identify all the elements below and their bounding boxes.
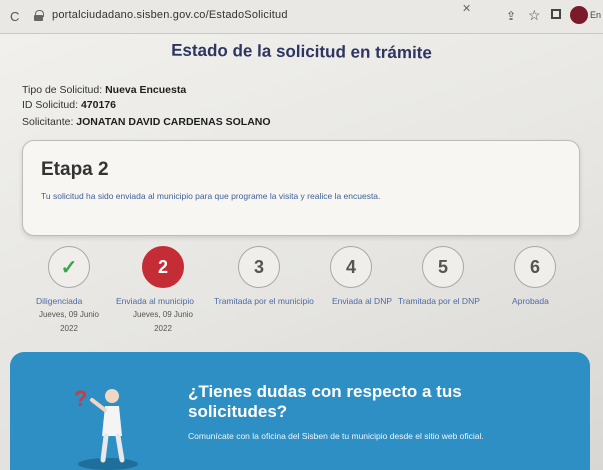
stage-description: Tu solicitud ha sido enviada al municipi… bbox=[41, 191, 381, 201]
stage-title: Etapa 2 bbox=[41, 159, 109, 180]
browser-chrome: C portalciudadano.sisben.gov.co/EstadoSo… bbox=[0, 0, 603, 34]
svg-text:?: ? bbox=[74, 386, 87, 411]
tipo-solicitud-row: Tipo de Solicitud: Nueva Encuesta bbox=[22, 84, 186, 96]
profile-avatar[interactable] bbox=[570, 6, 588, 24]
page-title: Estado de la solicitud en trámite bbox=[171, 40, 432, 63]
lock-icon bbox=[34, 10, 44, 21]
extensions-icon[interactable] bbox=[551, 9, 561, 19]
address-bar[interactable]: portalciudadano.sisben.gov.co/EstadoSoli… bbox=[52, 9, 288, 21]
step-4-label: Enviada al DNP bbox=[332, 296, 393, 306]
step-1-date: Jueves, 09 Junio bbox=[38, 310, 100, 319]
id-solicitud-value: 470176 bbox=[80, 99, 116, 111]
stage-card: Etapa 2 Tu solicitud ha sido enviada al … bbox=[22, 140, 580, 236]
step-6-label: Aprobada bbox=[512, 296, 549, 306]
progress-steps: ✓ 2 3 4 5 6 Diligenciada Enviada al muni… bbox=[0, 246, 603, 346]
step-5-label: Tramitada por el DNP bbox=[398, 296, 480, 306]
help-banner-text: Comunícate con la oficina del Sisben de … bbox=[188, 431, 484, 441]
help-banner-title: ¿Tienes dudas con respecto a tus solicit… bbox=[188, 382, 462, 421]
reload-icon[interactable]: C bbox=[10, 9, 19, 24]
step-4-circle: 4 bbox=[330, 246, 372, 288]
share-icon[interactable]: ⇪ bbox=[506, 9, 516, 23]
step-6-circle: 6 bbox=[514, 246, 556, 288]
step-2-circle: 2 bbox=[142, 246, 184, 288]
step-2-date: Jueves, 09 Junio bbox=[132, 310, 194, 319]
step-1-check-icon: ✓ bbox=[48, 246, 90, 288]
id-solicitud-label: ID Solicitud: bbox=[22, 99, 79, 111]
step-5-circle: 5 bbox=[422, 246, 464, 288]
step-1-label: Diligenciada bbox=[36, 296, 83, 306]
step-3-circle: 3 bbox=[238, 246, 280, 288]
step-2-year: 2022 bbox=[154, 324, 172, 333]
close-tab-icon[interactable]: ✕ bbox=[462, 2, 471, 15]
step-3-label: Tramitada por el municipio bbox=[214, 296, 314, 306]
page-content: Estado de la solicitud en trámite Tipo d… bbox=[0, 34, 603, 470]
tipo-solicitud-label: Tipo de Solicitud: bbox=[22, 84, 103, 96]
person-question-illustration: ? bbox=[74, 386, 138, 470]
id-solicitud-row: ID Solicitud: 470176 bbox=[22, 99, 116, 111]
bookmark-star-icon[interactable]: ☆ bbox=[528, 7, 541, 24]
solicitante-value: JONATAN DAVID CARDENAS SOLANO bbox=[76, 116, 271, 128]
solicitante-label: Solicitante: bbox=[22, 116, 74, 128]
solicitante-row: Solicitante: JONATAN DAVID CARDENAS SOLA… bbox=[22, 116, 271, 128]
profile-label[interactable]: En bbox=[590, 10, 601, 20]
help-banner: ? ¿Tienes dudas con respecto a tus solic… bbox=[10, 352, 590, 470]
step-1-year: 2022 bbox=[60, 324, 78, 333]
step-2-label: Enviada al municipio bbox=[116, 296, 194, 306]
tipo-solicitud-value: Nueva Encuesta bbox=[105, 84, 187, 96]
